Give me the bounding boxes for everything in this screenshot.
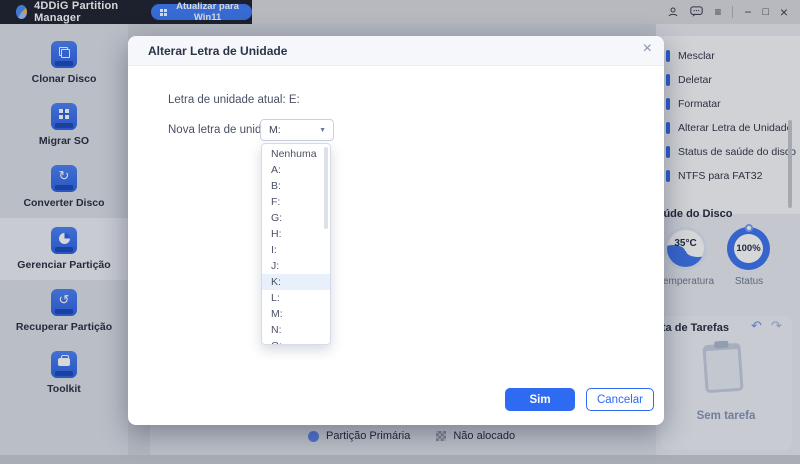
dropdown-option[interactable]: G:	[262, 210, 330, 226]
dropdown-option[interactable]: J:	[262, 258, 330, 274]
drive-letter-dropdown: Nenhuma A: B: F: G: H: I: J: K: L: M: N:	[261, 143, 331, 345]
dropdown-scrollbar[interactable]	[324, 147, 328, 229]
dialog-header: Alterar Letra de Unidade	[128, 36, 664, 66]
selected-drive-letter: M:	[269, 124, 281, 136]
dropdown-option[interactable]: B:	[262, 178, 330, 194]
dropdown-option[interactable]: Nenhuma	[262, 146, 330, 162]
dropdown-option[interactable]: L:	[262, 290, 330, 306]
dialog-title: Alterar Letra de Unidade	[148, 43, 288, 58]
change-drive-letter-dialog: Alterar Letra de Unidade × Letra de unid…	[128, 36, 664, 425]
dropdown-option[interactable]: M:	[262, 306, 330, 322]
dropdown-option[interactable]: H:	[262, 226, 330, 242]
cancel-button[interactable]: Cancelar	[586, 388, 654, 411]
dropdown-option[interactable]: K:	[262, 274, 330, 290]
chevron-down-icon: ▼	[319, 126, 326, 134]
dropdown-option[interactable]: A:	[262, 162, 330, 178]
confirm-button[interactable]: Sim	[505, 388, 575, 411]
dropdown-option[interactable]: N:	[262, 322, 330, 338]
current-letter-value: E:	[288, 94, 300, 106]
drive-letter-select[interactable]: M: ▼	[260, 119, 334, 141]
dropdown-option[interactable]: F:	[262, 194, 330, 210]
dialog-close-icon[interactable]: ×	[643, 41, 652, 57]
dropdown-option[interactable]: I:	[262, 242, 330, 258]
dropdown-option[interactable]: O:	[262, 338, 330, 344]
app-window: 4DDiG Partition Manager Atualizar para W…	[0, 0, 800, 464]
current-letter-line: Letra de unidade atual: E:	[168, 94, 300, 106]
